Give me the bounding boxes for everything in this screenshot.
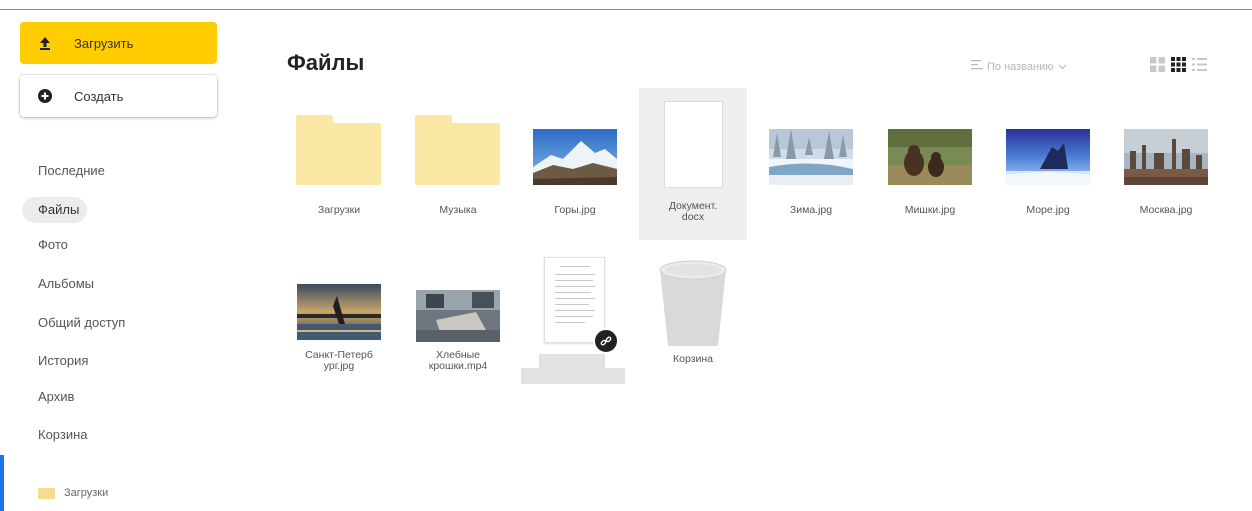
image-thumbnail-mountains: [533, 129, 617, 185]
file-name: Загрузки: [317, 204, 361, 216]
trash-icon: [658, 258, 728, 353]
folder-icon: [296, 115, 381, 185]
sidebar-folder-downloads[interactable]: Загрузки: [38, 487, 108, 499]
upload-icon: [38, 36, 52, 50]
file-item-image[interactable]: Горы.jpg: [521, 105, 629, 235]
file-item-image[interactable]: Зима.jpg: [757, 105, 865, 235]
video-thumbnail: [416, 290, 500, 346]
folder-icon: [38, 487, 55, 499]
file-name: Мишки.jpg: [904, 204, 956, 216]
file-name: Море.jpg: [1026, 204, 1070, 216]
sidebar-item-trash[interactable]: Корзина: [22, 422, 104, 448]
large-tiles-view-icon[interactable]: [1150, 57, 1165, 72]
document-icon: [664, 101, 723, 188]
sidebar-item-files[interactable]: Файлы: [22, 197, 88, 223]
upload-button[interactable]: Загрузить: [20, 22, 217, 64]
file-name: Москва.jpg: [1139, 204, 1193, 216]
file-item-image[interactable]: Море.jpg: [994, 105, 1102, 235]
sidebar-item-recent[interactable]: Последние: [22, 158, 121, 184]
list-view-icon[interactable]: [1192, 57, 1207, 72]
sort-label: По названию: [987, 60, 1054, 73]
file-item-trash[interactable]: Корзина: [639, 250, 747, 390]
file-name: Корзина: [673, 353, 713, 365]
file-name: Санкт-Петерб ург.jpg: [305, 349, 373, 372]
image-thumbnail-bears: [888, 129, 972, 185]
file-item-image[interactable]: Мишки.jpg: [876, 105, 984, 235]
image-thumbnail-moscow: [1124, 129, 1208, 185]
image-thumbnail-winter: [769, 129, 853, 185]
window-accent-edge: [0, 455, 4, 511]
sidebar-item-albums[interactable]: Альбомы: [22, 271, 110, 297]
page-title: Файлы: [287, 50, 365, 75]
view-mode-switcher: [1150, 57, 1207, 72]
create-label: Создать: [74, 88, 124, 104]
sidebar-item-shared[interactable]: Общий доступ: [22, 310, 141, 336]
document-preview-icon: [544, 257, 605, 343]
image-thumbnail-spb: [297, 284, 381, 340]
upload-label: Загрузить: [74, 35, 134, 51]
file-item-shared-document[interactable]: [521, 250, 629, 390]
file-item-document[interactable]: Документ. docx: [639, 88, 747, 240]
file-name: Музыка: [439, 204, 477, 216]
small-tiles-view-icon[interactable]: [1171, 57, 1186, 72]
file-item-video[interactable]: Хлебные крошки.mp4: [404, 262, 512, 402]
file-name: Хлебные крошки.mp4: [428, 349, 488, 372]
file-name: Зима.jpg: [789, 204, 833, 216]
sidebar-item-photo[interactable]: Фото: [22, 232, 84, 258]
create-button[interactable]: Создать: [20, 75, 217, 117]
file-item-image[interactable]: Москва.jpg: [1112, 105, 1220, 235]
file-item-folder[interactable]: Загрузки: [285, 105, 393, 235]
file-item-folder[interactable]: Музыка: [404, 105, 512, 235]
file-item-image[interactable]: Санкт-Петерб ург.jpg: [285, 262, 393, 402]
file-name: Горы.jpg: [554, 204, 596, 216]
folder-icon: [415, 115, 500, 185]
sidebar-folder-label: Загрузки: [64, 487, 109, 499]
file-name: Документ. docx: [668, 200, 718, 223]
file-name-redacted: [521, 354, 629, 384]
sidebar: Загрузить Создать Последние Файлы Фото А…: [0, 10, 250, 511]
sort-dropdown[interactable]: По названию: [971, 60, 1067, 73]
link-icon: [593, 328, 619, 354]
chevron-down-icon: [1058, 61, 1067, 73]
sort-icon: [971, 60, 983, 73]
sidebar-item-history[interactable]: История: [22, 348, 104, 374]
image-thumbnail-sea: [1006, 129, 1090, 185]
sidebar-item-archive[interactable]: Архив: [22, 384, 90, 410]
plus-circle-icon: [38, 89, 52, 103]
